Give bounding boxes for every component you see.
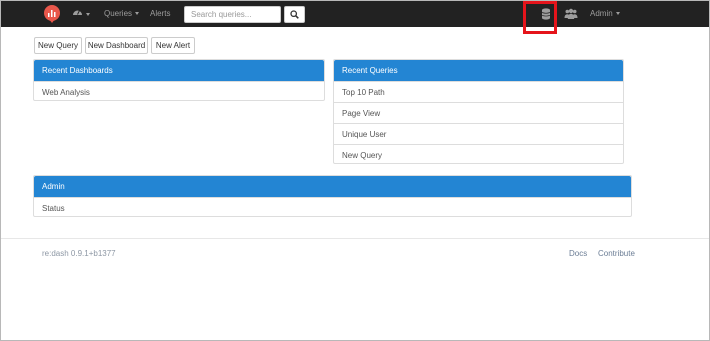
chevron-down-icon bbox=[135, 12, 140, 16]
redash-logo-icon[interactable] bbox=[43, 5, 61, 23]
search-button[interactable] bbox=[284, 6, 305, 23]
admin-panel-heading: Admin bbox=[34, 176, 631, 197]
queries-label: Queries bbox=[104, 9, 133, 18]
dashboard-list-item[interactable]: Web Analysis bbox=[34, 81, 324, 102]
version-text: re:dash 0.9.1+b1377 bbox=[42, 249, 116, 258]
recent-dashboards-heading: Recent Dashboards bbox=[34, 60, 324, 81]
query-list-item[interactable]: Unique User bbox=[334, 123, 623, 144]
chevron-down-icon bbox=[86, 12, 90, 16]
new-alert-button[interactable]: New Alert bbox=[151, 37, 195, 54]
admin-label: Admin bbox=[590, 9, 613, 18]
footer-divider bbox=[1, 238, 709, 239]
new-dashboard-button[interactable]: New Dashboard bbox=[85, 37, 148, 54]
dashboards-dropdown[interactable] bbox=[72, 1, 90, 27]
search-icon bbox=[290, 10, 299, 19]
queries-dropdown[interactable]: Queries bbox=[104, 1, 140, 27]
navbar: Queries Alerts Admin bbox=[1, 1, 709, 27]
search-input[interactable] bbox=[184, 6, 281, 23]
admin-panel: Admin Status bbox=[33, 175, 632, 217]
query-list-item[interactable]: New Query bbox=[334, 144, 623, 165]
admin-status-link[interactable]: Status bbox=[34, 197, 631, 218]
alerts-label: Alerts bbox=[150, 9, 171, 18]
recent-dashboards-panel: Recent Dashboards Web Analysis bbox=[33, 59, 325, 101]
query-list-item[interactable]: Page View bbox=[334, 102, 623, 123]
tachometer-icon bbox=[72, 1, 83, 27]
chevron-down-icon bbox=[615, 12, 620, 16]
alerts-link[interactable]: Alerts bbox=[150, 1, 170, 27]
recent-queries-heading: Recent Queries bbox=[334, 60, 623, 81]
admin-dropdown[interactable]: Admin bbox=[590, 1, 620, 27]
contribute-link[interactable]: Contribute bbox=[598, 249, 635, 258]
docs-link[interactable]: Docs bbox=[569, 249, 587, 258]
query-list-item[interactable]: Top 10 Path bbox=[334, 81, 623, 102]
new-query-button[interactable]: New Query bbox=[34, 37, 82, 54]
highlight-annotation bbox=[523, 1, 557, 34]
recent-queries-panel: Recent Queries Top 10 Path Page View Uni… bbox=[333, 59, 624, 164]
users-icon[interactable] bbox=[564, 8, 578, 20]
